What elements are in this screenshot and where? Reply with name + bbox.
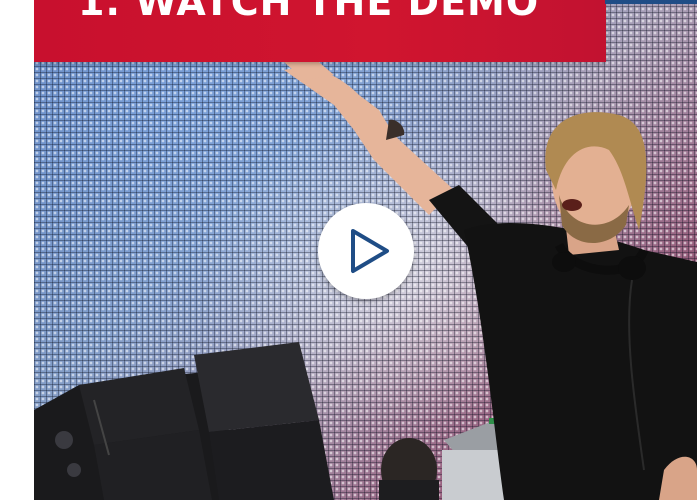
play-icon <box>351 229 389 273</box>
section-title: 1. WATCH THE DEMO <box>78 0 540 24</box>
speaker-stack <box>34 342 334 500</box>
video-player[interactable]: 1. WATCH THE DEMO <box>34 0 697 500</box>
accent-strip <box>605 0 697 4</box>
section-header-banner: 1. WATCH THE DEMO <box>34 0 606 62</box>
play-button[interactable] <box>318 203 414 299</box>
page-margin <box>0 0 34 500</box>
